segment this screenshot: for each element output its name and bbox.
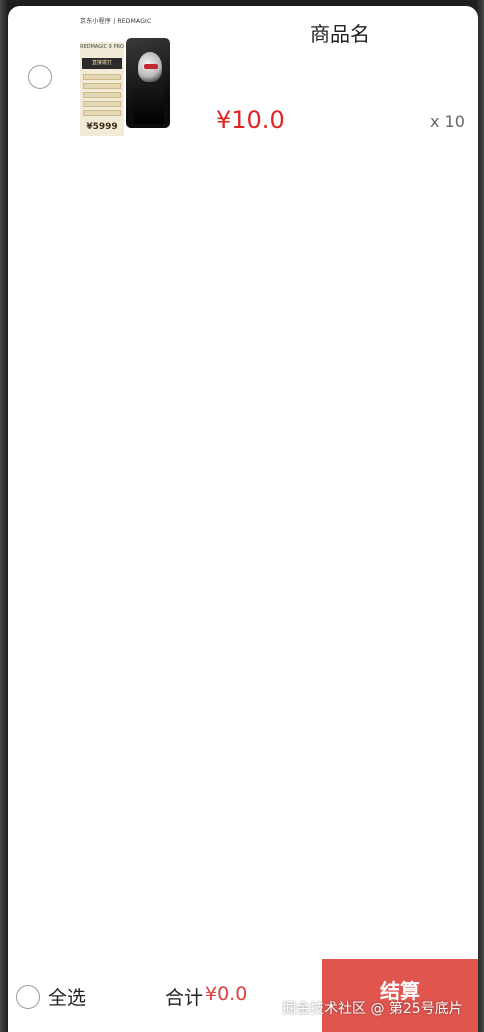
product-price: ¥10.0 [216, 106, 285, 134]
image-phone-photo [126, 38, 170, 128]
cart-item[interactable]: 京东小程序 | REDMAGIC REDMAGIC 9 PRO 直接拨打 ¥59… [8, 6, 478, 146]
image-price-tag: ¥5999 [86, 122, 118, 132]
image-promo-line [83, 92, 121, 98]
total-value: ¥0.0 [205, 983, 248, 1005]
cart-footer: 全选 合计 ¥0.0 结算 [8, 959, 478, 1032]
image-promo-line [83, 83, 121, 89]
cart-screen: 京东小程序 | REDMAGIC REDMAGIC 9 PRO 直接拨打 ¥59… [8, 6, 478, 1032]
image-promo-line [83, 74, 121, 80]
product-quantity: x 10 [430, 112, 465, 131]
image-promo-line [83, 110, 121, 116]
product-name: 商品名 [310, 22, 370, 46]
watermark: 掘金技术社区 @ 第25号底片 [282, 1001, 463, 1017]
total-label: 合计 [165, 987, 204, 1009]
image-banner: 直接拨打 [82, 58, 122, 69]
item-select-checkbox[interactable] [28, 65, 52, 89]
select-all-checkbox[interactable] [16, 985, 40, 1009]
image-promo-panel: REDMAGIC 9 PRO 直接拨打 ¥5999 [80, 42, 124, 136]
image-visor [144, 64, 158, 69]
image-brand-text: 京东小程序 | REDMAGIC [80, 18, 152, 25]
image-promo-line [83, 101, 121, 107]
product-image[interactable]: 京东小程序 | REDMAGIC REDMAGIC 9 PRO 直接拨打 ¥59… [78, 14, 196, 138]
image-model-text: REDMAGIC 9 PRO [80, 44, 124, 50]
checkout-button[interactable]: 结算 [322, 959, 478, 1032]
image-figure [134, 84, 164, 124]
select-all-label[interactable]: 全选 [48, 983, 86, 1010]
